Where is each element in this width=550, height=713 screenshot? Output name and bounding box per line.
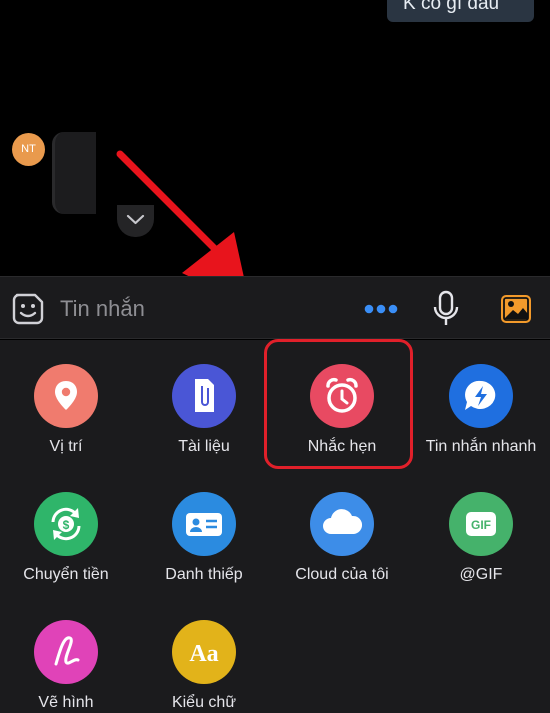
action-label: Kiểu chữ <box>171 694 237 711</box>
avatar[interactable]: NT <box>12 133 45 166</box>
action-label: Danh thiếp <box>165 566 243 583</box>
font-style-icon: Aa <box>172 620 236 684</box>
business-card-icon <box>172 492 236 556</box>
action-gif[interactable]: GIF @GIF <box>412 492 550 584</box>
received-message-bubble[interactable] <box>52 132 96 214</box>
action-business-card[interactable]: Danh thiếp <box>135 492 273 584</box>
sent-message-bubble[interactable]: K có gì đâu <box>387 0 534 22</box>
gif-icon: GIF <box>449 492 513 556</box>
location-pin-icon <box>34 364 98 428</box>
action-label: Chuyển tiền <box>23 566 109 583</box>
more-dots-icon <box>364 304 398 314</box>
svg-text:Aa: Aa <box>189 641 218 667</box>
microphone-icon <box>433 290 459 325</box>
action-quick-message[interactable]: Tin nhắn nhanh <box>412 364 550 456</box>
alarm-clock-icon <box>310 364 374 428</box>
chevron-down-icon <box>126 214 145 225</box>
action-label: Tin nhắn nhanh <box>425 438 537 455</box>
svg-text:$: $ <box>63 518 70 532</box>
sticker-button[interactable] <box>11 292 45 326</box>
draw-scribble-icon <box>34 620 98 684</box>
cloud-icon <box>310 492 374 556</box>
action-label: Vị trí <box>49 438 83 455</box>
photo-gallery-icon <box>501 295 531 323</box>
scroll-to-bottom-button[interactable] <box>117 205 154 237</box>
photo-gallery-button[interactable] <box>498 292 534 326</box>
money-transfer-icon: $ <box>34 492 98 556</box>
chat-area: K có gì đâu NT <box>0 0 550 276</box>
action-location[interactable]: Vị trí <box>0 364 135 456</box>
message-composer <box>0 276 550 339</box>
voice-record-button[interactable] <box>432 290 460 328</box>
quick-message-bolt-icon <box>449 364 513 428</box>
action-label: Nhắc hẹn <box>307 438 377 455</box>
sticker-face-icon <box>12 293 44 325</box>
action-money-transfer[interactable]: $ Chuyển tiền <box>0 492 135 584</box>
action-label: Vẽ hình <box>38 694 94 711</box>
action-draw[interactable]: Vẽ hình <box>0 620 135 712</box>
action-font-style[interactable]: Aa Kiểu chữ <box>135 620 273 712</box>
message-input[interactable] <box>60 293 340 325</box>
action-label: Tài liệu <box>178 438 230 455</box>
action-label: Cloud của tôi <box>295 566 389 583</box>
action-reminder[interactable]: Nhắc hẹn <box>273 364 411 456</box>
action-document[interactable]: Tài liệu <box>135 364 273 456</box>
more-options-button[interactable] <box>361 299 401 319</box>
action-my-cloud[interactable]: Cloud của tôi <box>273 492 411 584</box>
attachment-actions-panel: Vị trí Tài liệu Nhắc hẹn Tin nhắn nhanh … <box>0 340 550 713</box>
paperclip-document-icon <box>172 364 236 428</box>
svg-text:GIF: GIF <box>471 518 491 532</box>
action-label: @GIF <box>459 566 503 583</box>
